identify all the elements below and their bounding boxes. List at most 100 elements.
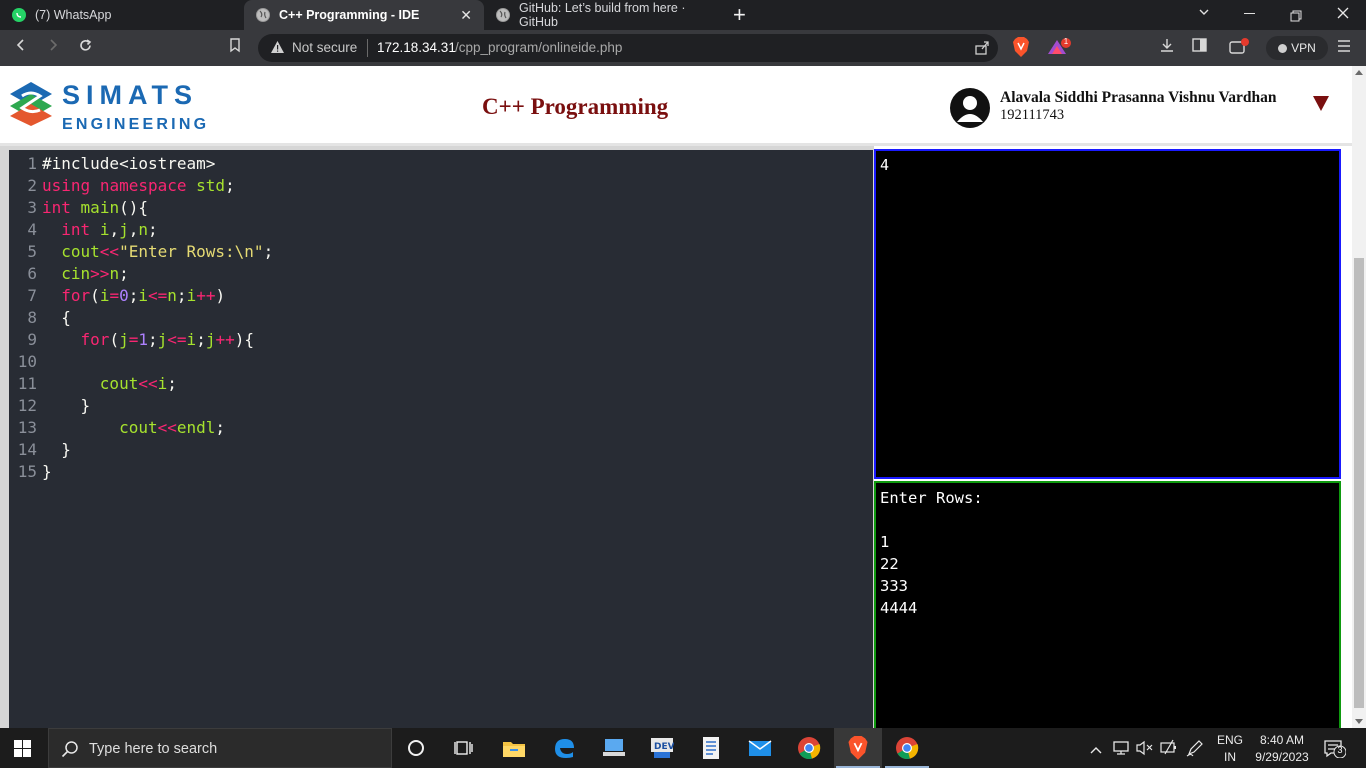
tray-chevron-up-icon[interactable]	[1090, 742, 1102, 760]
clock-time: 8:40 AM	[1259, 733, 1305, 747]
globe-icon	[496, 8, 510, 22]
task-view-icon[interactable]	[450, 734, 478, 762]
chrome-icon[interactable]	[885, 734, 929, 768]
code-token: ;	[225, 176, 235, 195]
url-host: 172.18.34.31	[377, 40, 456, 55]
sidebar-icon[interactable]	[1192, 38, 1207, 58]
code-line[interactable]: 9 for(j=1;j<=i;j++){	[9, 329, 869, 351]
simats-logo-icon	[8, 80, 54, 133]
code-token: <=	[167, 330, 187, 349]
tab-github[interactable]: GitHub: Let’s build from here · GitHub	[484, 0, 724, 30]
battery-icon[interactable]	[1160, 739, 1178, 762]
restore-icon[interactable]	[1290, 8, 1302, 28]
brave-rewards-icon[interactable]: 1	[1046, 37, 1072, 61]
code-token: )	[215, 286, 226, 305]
chrome-icon[interactable]	[795, 734, 823, 762]
tab-whatsapp[interactable]: (7) WhatsApp	[0, 0, 244, 30]
bookmark-icon[interactable]	[229, 38, 241, 59]
brave-shields-icon[interactable]	[1012, 37, 1030, 63]
code-token: i	[138, 286, 149, 305]
windows-start-icon[interactable]	[14, 740, 31, 762]
code-token: ;	[148, 330, 158, 349]
scroll-up-icon[interactable]	[1355, 70, 1363, 75]
line-number: 4	[27, 220, 37, 239]
code-token: <<	[99, 242, 120, 261]
notification-center-icon[interactable]: 3	[1324, 740, 1347, 763]
code-token: ;	[196, 330, 206, 349]
tab-cpp-ide[interactable]: C++ Programming - IDE ✕	[244, 0, 484, 30]
code-token: using	[42, 176, 91, 195]
download-icon[interactable]	[1160, 38, 1174, 58]
code-line[interactable]: 11 cout<<i;	[9, 373, 869, 395]
scrollbar-thumb[interactable]	[1354, 258, 1364, 708]
dev-cpp-icon[interactable]: DEV	[648, 734, 676, 762]
code-token: cout	[119, 418, 158, 437]
scroll-down-icon[interactable]	[1355, 719, 1363, 724]
mail-icon[interactable]	[746, 734, 774, 762]
user-avatar-icon[interactable]	[950, 88, 990, 128]
program-input-textarea[interactable]: 4	[874, 149, 1341, 479]
share-icon[interactable]	[974, 40, 990, 61]
security-label[interactable]: Not secure	[292, 40, 357, 55]
code-line[interactable]: 1 #include<iostream>	[9, 153, 869, 175]
network-icon[interactable]	[1112, 740, 1130, 761]
close-tab-icon[interactable]: ✕	[460, 8, 472, 22]
code-token: #include<iostream>	[42, 154, 216, 173]
code-editor[interactable]: 1 #include<iostream> 2 using namespace std;…	[9, 150, 873, 728]
code-token: (	[109, 330, 120, 349]
forward-icon[interactable]	[46, 38, 60, 58]
code-line[interactable]: 3 int main(){	[9, 197, 869, 219]
user-menu-caret-icon[interactable]	[1313, 96, 1329, 111]
code-line[interactable]: 5 cout<<"Enter Rows:\n";	[9, 241, 869, 263]
logo-subtext: ENGINEERING	[62, 116, 210, 133]
language-indicator[interactable]: ENG IN	[1214, 733, 1246, 764]
reload-icon[interactable]	[78, 38, 93, 59]
code-line[interactable]: 10	[9, 351, 869, 373]
cortana-icon[interactable]	[402, 734, 430, 762]
vpn-status-icon	[1278, 43, 1288, 53]
code-line[interactable]: 12 }	[9, 395, 869, 417]
code-token: i	[157, 374, 168, 393]
code-token: ++	[215, 330, 235, 349]
code-line[interactable]: 7 for(i=0;i<=n;i++)	[9, 285, 869, 307]
computer-app-icon[interactable]	[600, 734, 628, 762]
vpn-label: VPN	[1291, 41, 1316, 55]
code-line[interactable]: 6 cin>>n;	[9, 263, 869, 285]
code-token: >>	[90, 264, 110, 283]
code-line[interactable]: 14 }	[9, 439, 869, 461]
file-explorer-icon[interactable]	[500, 734, 528, 762]
wallet-icon[interactable]	[1229, 38, 1251, 60]
code-token: ;	[119, 264, 129, 283]
brave-browser-icon[interactable]	[836, 734, 880, 768]
code-line[interactable]: 8 {	[9, 307, 869, 329]
line-number: 12	[17, 396, 37, 415]
clock[interactable]: 8:40 AM 9/29/2023	[1250, 733, 1314, 764]
back-icon[interactable]	[14, 38, 28, 58]
tab-title: C++ Programming - IDE	[279, 8, 420, 22]
edge-icon[interactable]	[550, 734, 578, 762]
line-number: 7	[27, 286, 37, 305]
code-token: <<	[138, 374, 158, 393]
url-field[interactable]: Not secure 172.18.34.31 /cpp_program/onl…	[258, 34, 998, 62]
code-token: cin	[61, 264, 91, 283]
code-token: (){	[119, 198, 148, 217]
code-line[interactable]: 2 using namespace std;	[9, 175, 869, 197]
taskbar-search-input[interactable]: Type here to search	[48, 728, 392, 768]
menu-icon[interactable]	[1337, 38, 1351, 58]
tab-list-chevron-icon[interactable]	[1198, 4, 1210, 24]
document-app-icon[interactable]	[697, 734, 725, 762]
volume-muted-icon[interactable]	[1136, 740, 1154, 761]
new-tab-button[interactable]: +	[733, 2, 746, 28]
code-line[interactable]: 4 int i,j,n;	[9, 219, 869, 241]
minimize-icon[interactable]	[1244, 13, 1255, 14]
vpn-button[interactable]: VPN	[1266, 36, 1328, 60]
code-line[interactable]: 13 cout<<endl;	[9, 417, 869, 439]
window-close-icon[interactable]	[1336, 6, 1350, 26]
code-token: for	[80, 330, 110, 349]
pen-icon[interactable]	[1186, 739, 1204, 762]
page-scrollbar[interactable]	[1352, 66, 1366, 728]
code-line[interactable]: 15}	[9, 461, 869, 483]
